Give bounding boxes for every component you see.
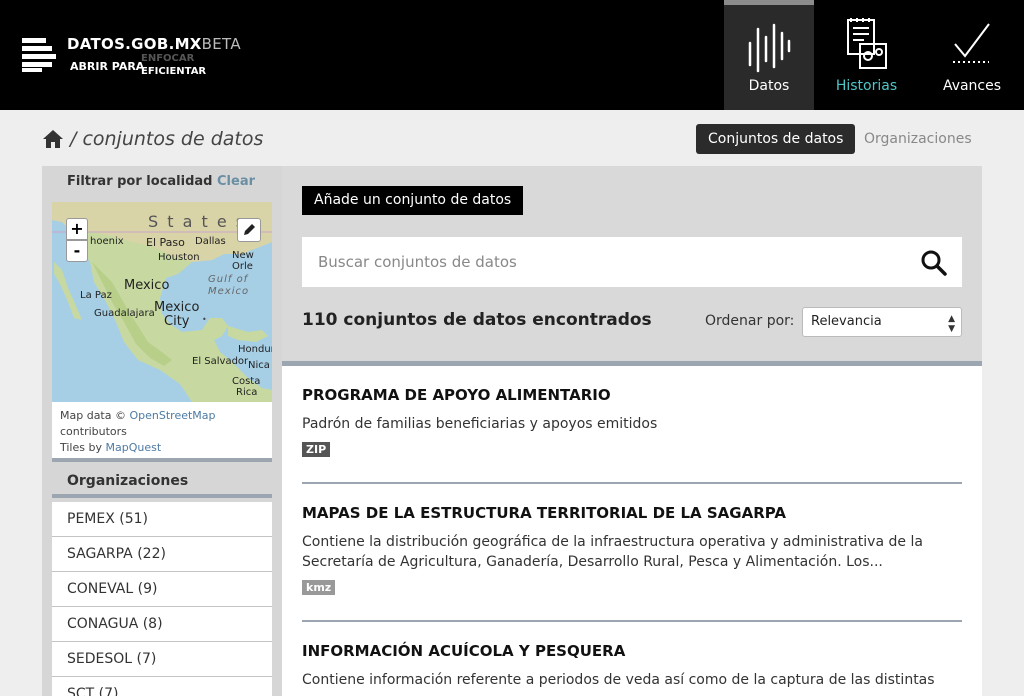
organizations-list: PEMEX (51) SAGARPA (22) CONEVAL (9) CONA… (52, 502, 272, 696)
tab-conjuntos-de-datos[interactable]: Conjuntos de datos (696, 124, 856, 154)
checkmark-icon (953, 23, 990, 63)
map-label-mexico-city2: City (164, 314, 190, 329)
map-label-phoenix: hoenix (90, 236, 124, 247)
breadcrumb-text: / conjuntos de datos (70, 128, 264, 150)
add-dataset-button[interactable]: Añade un conjunto de datos (302, 186, 524, 215)
nav-historias[interactable]: Historias (814, 0, 919, 110)
tagline-rotator: ENFOCAR EFICIENTAR (141, 53, 207, 77)
map-label-gulf2: Mexico (208, 286, 250, 297)
dataset-description: Contiene información referente a periodo… (302, 672, 935, 688)
map-label-dallas: Dallas (195, 236, 226, 247)
map-label-new-orleans: New Orle (232, 250, 254, 272)
top-bar: DATOS.GOB.MXBETA ABRIR PARA ENFOCAR EFIC… (0, 0, 1024, 110)
org-item-coneval[interactable]: CONEVAL (9) (52, 572, 272, 607)
dataset-title[interactable]: MAPAS DE LA ESTRUCTURA TERRITORIAL DE LA… (302, 504, 962, 522)
search-input[interactable]: Buscar conjuntos de datos (302, 237, 962, 287)
tagline: ABRIR PARA (70, 60, 145, 73)
document-icon (846, 18, 887, 69)
map-label-nicaragua: Nica (248, 360, 270, 371)
org-item-sct[interactable]: SCT (7) (52, 677, 272, 696)
search-icon[interactable] (920, 249, 948, 277)
pencil-icon[interactable] (237, 218, 261, 242)
organizations-title: Organizaciones (52, 466, 272, 498)
map-attribution: Map data © OpenStreetMap contributors Ti… (52, 402, 272, 462)
map-label-states: S t a t e s (148, 212, 247, 231)
map-label-guadalajara: Guadalajara (94, 308, 155, 319)
nav-datos-label: Datos (748, 78, 790, 94)
map-label-el-salvador: El Salvador (192, 356, 249, 367)
org-item-conagua[interactable]: CONAGUA (8) (52, 607, 272, 642)
tab-organizaciones[interactable]: Organizaciones (864, 124, 972, 154)
search-placeholder: Buscar conjuntos de datos (318, 253, 517, 271)
nav-datos[interactable]: Datos (724, 0, 814, 110)
zoom-in-button[interactable]: + (66, 218, 88, 240)
order-label: Ordenar por: (705, 313, 795, 329)
home-icon[interactable] (42, 129, 64, 149)
divider (302, 620, 962, 622)
map-label-costa-rica2: Rica (236, 387, 258, 398)
search-panel: Añade un conjunto de datos Buscar conjun… (282, 166, 982, 361)
location-map[interactable]: • S t a t e s hoenix El Paso Dallas Hous… (52, 202, 272, 402)
nav-avances[interactable]: Avances (920, 0, 1024, 110)
dataset-item: INFORMACIÓN ACUÍCOLA Y PESQUERA Contiene… (302, 642, 962, 690)
bars-icon (748, 23, 791, 73)
result-count: 110 conjuntos de datos encontrados (302, 310, 652, 330)
mapquest-link[interactable]: MapQuest (105, 441, 161, 454)
map-label-honduras: Hondur (238, 344, 272, 355)
map-label-la-paz: La Paz (80, 290, 112, 301)
site-brand[interactable]: DATOS.GOB.MXBETA (67, 35, 241, 53)
clear-link[interactable]: Clear (217, 174, 255, 189)
breadcrumb: / conjuntos de datos (42, 126, 263, 152)
zoom-out-button[interactable]: - (66, 240, 88, 262)
map-label-houston: Houston (158, 252, 200, 263)
select-arrows-icon: ▲ ▼ (948, 314, 955, 334)
dataset-item: MAPAS DE LA ESTRUCTURA TERRITORIAL DE LA… (302, 504, 962, 595)
map-label-el-paso: El Paso (146, 236, 185, 249)
format-badge[interactable]: ZIP (302, 442, 331, 457)
openstreetmap-link[interactable]: OpenStreetMap (129, 409, 215, 422)
nav-avances-label: Avances (942, 78, 1002, 94)
dataset-title[interactable]: PROGRAMA DE APOYO ALIMENTARIO (302, 386, 962, 404)
dataset-list: PROGRAMA DE APOYO ALIMENTARIO Padrón de … (282, 361, 982, 696)
format-badge[interactable]: kmz (302, 580, 336, 595)
dataset-description: Padrón de familias beneficiarias y apoyo… (302, 416, 658, 432)
divider (302, 482, 962, 484)
dataset-description: Contiene la distribución geográfica de l… (302, 534, 923, 570)
map-label-costa-rica1: Costa (232, 376, 261, 387)
order-select[interactable]: Relevancia ▲ ▼ (802, 307, 962, 337)
location-filter-title: Filtrar por localidad Clear (67, 174, 255, 189)
dataset-item: PROGRAMA DE APOYO ALIMENTARIO Padrón de … (302, 386, 962, 457)
logo-icon[interactable] (22, 38, 56, 72)
map-label-gulf1: Gulf of (208, 274, 249, 285)
org-item-sagarpa[interactable]: SAGARPA (22) (52, 537, 272, 572)
svg-text:•: • (202, 315, 207, 324)
org-item-pemex[interactable]: PEMEX (51) (52, 502, 272, 537)
org-item-sedesol[interactable]: SEDESOL (7) (52, 642, 272, 677)
map-label-mexico: Mexico (124, 278, 170, 293)
map-label-mexico-city1: Mexico (154, 300, 200, 315)
sidebar: Filtrar por localidad Clear • S t a t e … (42, 166, 282, 696)
nav-historias-label: Historias (835, 78, 898, 94)
dataset-title[interactable]: INFORMACIÓN ACUÍCOLA Y PESQUERA (302, 642, 962, 660)
